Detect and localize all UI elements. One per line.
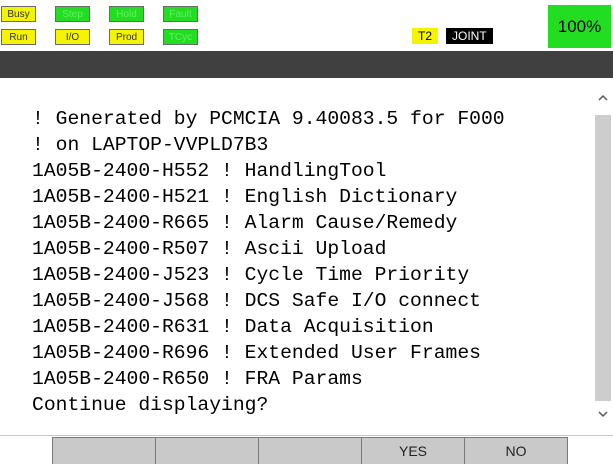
- f1-button[interactable]: [52, 437, 156, 464]
- chevron-up-icon[interactable]: [593, 90, 613, 110]
- prod-indicator: Prod: [109, 29, 144, 45]
- run-indicator: Run: [1, 29, 36, 45]
- text-line: 1A05B-2400-R507 ! Ascii Upload: [32, 238, 387, 260]
- tcyc-indicator: TCyc: [163, 29, 198, 45]
- text-line: ! on LAPTOP-VVPLD7B3: [32, 134, 269, 156]
- coord-system-badge: JOINT: [446, 28, 493, 44]
- chevron-down-icon[interactable]: [593, 406, 613, 426]
- no-button[interactable]: NO: [464, 437, 568, 464]
- text-lines: ! Generated by PCMCIA 9.40083.5 for F000…: [32, 106, 505, 418]
- fault-indicator: Fault: [163, 6, 198, 22]
- text-line: 1A05B-2400-H552 ! HandlingTool: [32, 160, 387, 182]
- hold-indicator: Hold: [109, 6, 144, 22]
- text-display: ! Generated by PCMCIA 9.40083.5 for F000…: [0, 78, 613, 435]
- title-band: [0, 51, 613, 78]
- function-key-bar: YES NO: [0, 435, 613, 464]
- vertical-scrollbar[interactable]: [593, 90, 613, 430]
- step-indicator: Step: [55, 6, 90, 22]
- tp-mode-badge: T2: [412, 28, 439, 44]
- io-indicator: I/O: [55, 29, 90, 45]
- override-percent[interactable]: 100%: [548, 5, 611, 48]
- f2-button[interactable]: [155, 437, 259, 464]
- yes-button[interactable]: YES: [361, 437, 465, 464]
- f3-button[interactable]: [258, 437, 362, 464]
- status-bar: Busy Step Hold Fault Run I/O Prod TCyc T…: [0, 0, 613, 51]
- text-line: 1A05B-2400-R665 ! Alarm Cause/Remedy: [32, 212, 458, 234]
- scroll-thumb[interactable]: [595, 115, 611, 401]
- text-line: 1A05B-2400-J568 ! DCS Safe I/O connect: [32, 290, 481, 312]
- prompt-box: [219, 5, 547, 49]
- continue-prompt: Continue displaying?: [32, 394, 269, 416]
- busy-indicator: Busy: [1, 6, 36, 22]
- text-line: 1A05B-2400-R631 ! Data Acquisition: [32, 316, 434, 338]
- text-line: 1A05B-2400-J523 ! Cycle Time Priority: [32, 264, 470, 286]
- text-line: 1A05B-2400-H521 ! English Dictionary: [32, 186, 458, 208]
- text-line: 1A05B-2400-R650 ! FRA Params: [32, 368, 363, 390]
- text-line: 1A05B-2400-R696 ! Extended User Frames: [32, 342, 481, 364]
- text-line: ! Generated by PCMCIA 9.40083.5 for F000: [32, 108, 505, 130]
